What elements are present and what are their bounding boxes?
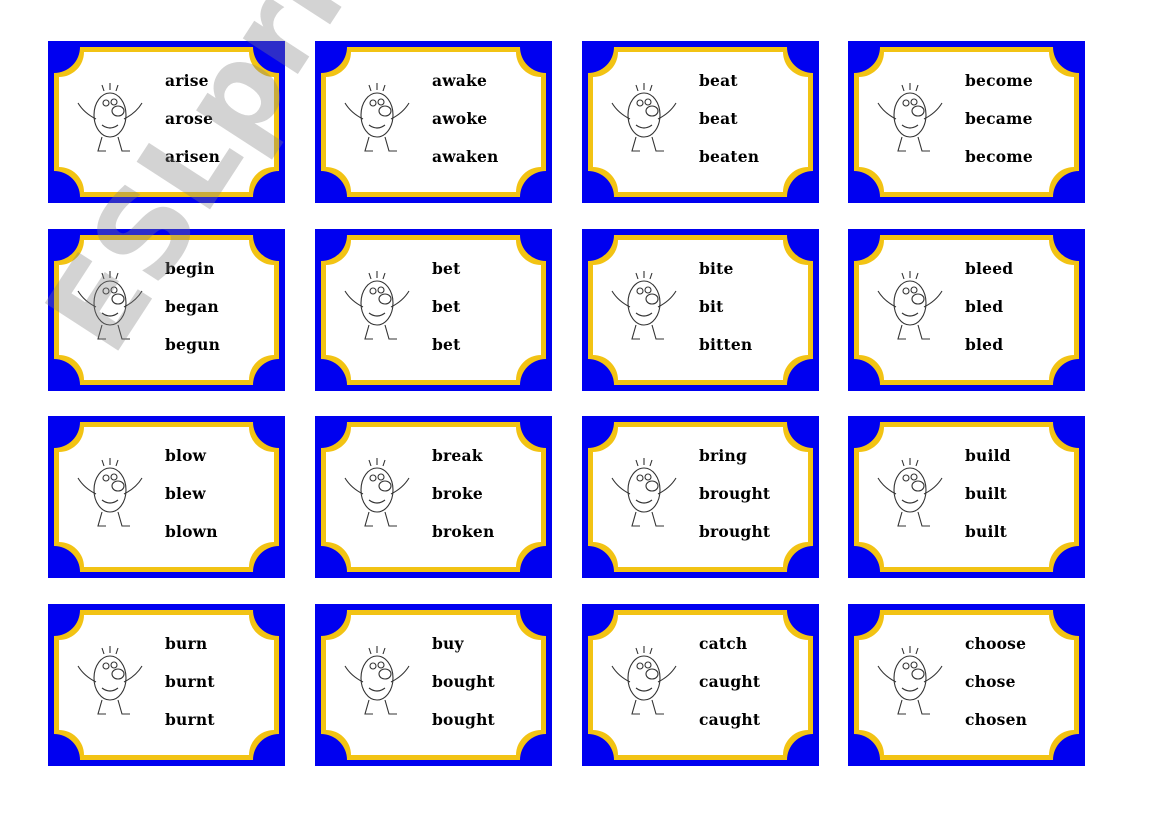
verb-card: beat beat beaten [582,41,819,203]
verb-base-form: burn [165,634,208,653]
verb-base-form: bet [432,259,461,278]
verb-past-simple: broke [432,484,483,503]
chips-bet-icon [344,271,410,340]
dog-bite-icon [611,271,677,340]
verb-past-participle: begun [165,335,221,354]
verb-past-simple: awoke [432,109,488,128]
verb-base-form: bite [699,259,734,278]
catch-ball-icon [611,646,677,715]
verb-card: bleed bled bled [848,229,1085,391]
verb-past-simple: brought [699,484,771,503]
verb-base-form: buy [432,634,464,653]
verb-past-simple: beat [699,109,738,128]
verb-past-simple: arose [165,109,214,128]
verb-card: bet bet bet [315,229,552,391]
verb-past-simple: became [965,109,1033,128]
box-jump-icon [77,83,143,152]
verb-card: arise arose arisen [48,41,285,203]
verb-card: awake awoke awaken [315,41,552,203]
brick-wall-icon [877,458,943,527]
bottles-choose-icon [877,646,943,715]
shopping-bags-icon [344,646,410,715]
verb-base-form: beat [699,71,738,90]
fire-burn-icon [77,646,143,715]
verb-past-participle: awaken [432,147,499,166]
verb-past-participle: bitten [699,335,753,354]
knife-cut-icon [877,271,943,340]
verb-card: build built built [848,416,1085,578]
verb-past-simple: blew [165,484,206,503]
verb-card: buy bought bought [315,604,552,766]
verb-past-participle: burnt [165,710,215,729]
dog-bring-icon [611,458,677,527]
verb-past-simple: built [965,484,1008,503]
verb-card: bring brought brought [582,416,819,578]
verb-past-simple: caught [699,672,761,691]
verb-card: become became become [848,41,1085,203]
break-stick-icon [344,458,410,527]
verb-past-participle: bet [432,335,461,354]
verb-past-simple: burnt [165,672,215,691]
verb-base-form: become [965,71,1033,90]
verb-card: blow blew blown [48,416,285,578]
stretch-bed-icon [344,83,410,152]
verb-base-form: begin [165,259,215,278]
verb-base-form: build [965,446,1011,465]
verb-past-simple: bought [432,672,495,691]
verb-past-participle: broken [432,522,495,541]
verb-card: catch caught caught [582,604,819,766]
verb-past-participle: bought [432,710,495,729]
verb-card: burn burnt burnt [48,604,285,766]
verb-past-simple: began [165,297,219,316]
verb-past-participle: brought [699,522,771,541]
verb-base-form: break [432,446,483,465]
verb-base-form: choose [965,634,1027,653]
verb-past-simple: bled [965,297,1004,316]
verb-base-form: bring [699,446,747,465]
verb-past-participle: bled [965,335,1004,354]
verb-past-participle: become [965,147,1033,166]
candle-blow-icon [77,458,143,527]
verb-base-form: bleed [965,259,1014,278]
verb-past-simple: bit [699,297,724,316]
verb-past-simple: chose [965,672,1016,691]
verb-past-participle: caught [699,710,761,729]
painter-icon [77,271,143,340]
verb-base-form: catch [699,634,748,653]
verb-past-participle: built [965,522,1008,541]
verb-past-participle: chosen [965,710,1028,729]
verb-base-form: arise [165,71,209,90]
verb-base-form: awake [432,71,488,90]
verb-card: break broke broken [315,416,552,578]
verb-past-participle: blown [165,522,218,541]
verb-past-participle: arisen [165,147,221,166]
verb-card: bite bit bitten [582,229,819,391]
statue-icon [877,83,943,152]
verb-past-simple: bet [432,297,461,316]
verb-base-form: blow [165,446,207,465]
verb-card: choose chose chosen [848,604,1085,766]
verb-card: begin began begun [48,229,285,391]
fight-icon [611,83,677,152]
verb-past-participle: beaten [699,147,760,166]
